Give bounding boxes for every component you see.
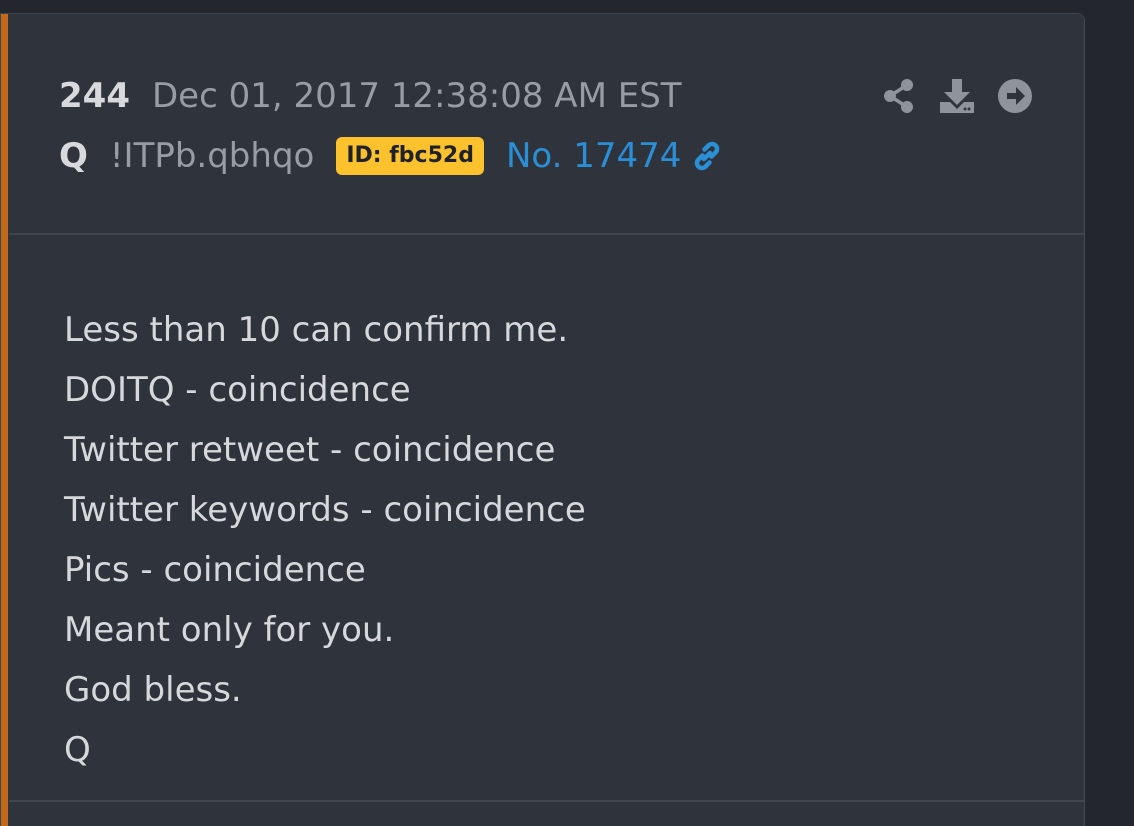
poster-name: Q — [59, 136, 88, 176]
post-number-link[interactable]: No. 17474 — [506, 136, 725, 176]
post-text-line: Twitter keywords - coincidence — [64, 490, 586, 530]
arrow-right-circle-icon[interactable] — [995, 76, 1035, 116]
post-text-line: Meant only for you. — [64, 610, 395, 650]
post-text-line: Less than 10 can confirm me. — [64, 310, 569, 350]
post-accent-bar — [1, 14, 8, 826]
download-icon[interactable] — [937, 76, 977, 116]
post-author-row: Q !ITPb.qbhqo ID: fbc52d No. 17474 — [59, 132, 725, 180]
post-header: 244 Dec 01, 2017 12:38:08 AM EST Q !ITPb… — [9, 14, 1084, 235]
post-text-line: Pics - coincidence — [64, 550, 366, 590]
page: 244 Dec 01, 2017 12:38:08 AM EST Q !ITPb… — [0, 0, 1134, 826]
post-date: Dec 01, 2017 12:38:08 AM EST — [151, 76, 682, 116]
post-body: Less than 10 can confirm me. DOITQ - coi… — [9, 235, 1084, 802]
post-meta-row: 244 Dec 01, 2017 12:38:08 AM EST — [59, 72, 682, 120]
link-icon — [689, 138, 725, 174]
share-icon[interactable] — [879, 76, 919, 116]
post-text-line: God bless. — [64, 670, 242, 710]
post-number-link-label: No. 17474 — [505, 136, 682, 176]
tripcode: !ITPb.qbhqo — [109, 136, 315, 176]
post-actions — [879, 76, 1053, 116]
post-text: Less than 10 can confirm me. DOITQ - coi… — [64, 300, 586, 780]
post-number: 244 — [59, 76, 130, 116]
post-card: 244 Dec 01, 2017 12:38:08 AM EST Q !ITPb… — [0, 13, 1085, 826]
post-text-line: DOITQ - coincidence — [64, 370, 411, 410]
post-text-line: Twitter retweet - coincidence — [64, 430, 556, 470]
id-badge: ID: fbc52d — [336, 137, 484, 175]
post-text-line: Q — [64, 730, 91, 770]
